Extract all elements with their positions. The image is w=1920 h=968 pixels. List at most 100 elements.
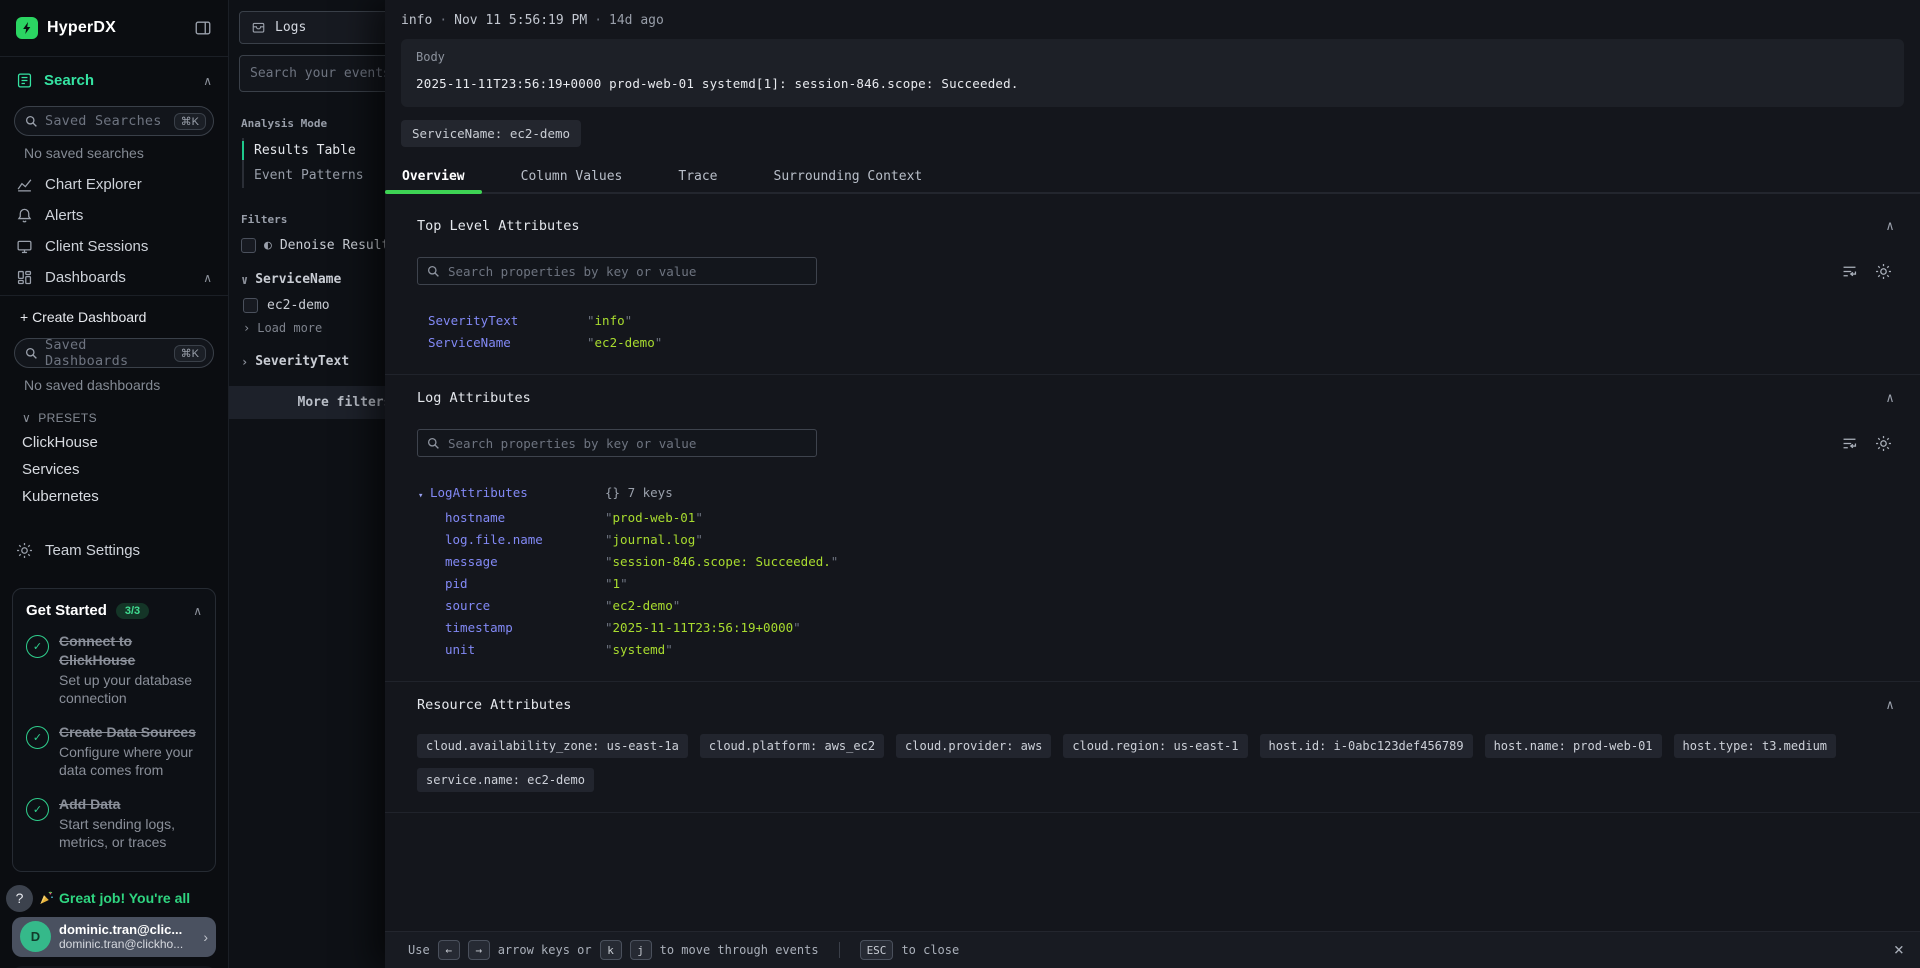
create-dashboard-button[interactable]: + Create Dashboard (0, 300, 228, 332)
chevron-right-icon: › (243, 321, 250, 335)
properties-search-input[interactable]: Search properties by key or value (417, 429, 817, 457)
checkbox[interactable] (243, 298, 258, 313)
service-name-tag[interactable]: ServiceName: ec2-demo (401, 120, 581, 147)
event-footer: Use ← → arrow keys or k j to move throug… (385, 931, 1920, 968)
checkbox[interactable] (241, 238, 256, 253)
attribute-row[interactable]: source ec2-demo (445, 595, 1904, 617)
event-header: info·Nov 11 5:56:19 PM·14d ago (385, 0, 1920, 39)
check-icon: ✓ (26, 726, 49, 749)
sidebar-item-client-sessions[interactable]: Client Sessions (0, 231, 228, 262)
chevron-up-icon[interactable]: ∧ (1886, 219, 1894, 234)
attribute-row[interactable]: SeverityText info (417, 310, 1904, 332)
attribute-key[interactable]: pid (445, 576, 605, 592)
onboarding-step-connect[interactable]: ✓ Connect to ClickHouse Set up your data… (26, 632, 202, 708)
tab-overview[interactable]: Overview (385, 160, 482, 192)
arrow-right-key: → (468, 940, 490, 960)
attribute-key[interactable]: SeverityText (428, 313, 587, 329)
attribute-key[interactable]: LogAttributes (430, 485, 605, 504)
attribute-value[interactable]: systemd (605, 642, 673, 658)
sidebar-item-alerts[interactable]: Alerts (0, 200, 228, 231)
attribute-value[interactable]: session-846.scope: Succeeded. (605, 554, 838, 570)
user-menu[interactable]: D dominic.tran@clic... dominic.tran@clic… (12, 917, 216, 957)
resource-tag[interactable]: cloud.platform: aws_ec2 (700, 734, 884, 758)
alerts-label: Alerts (45, 207, 212, 224)
onboarding-step-add-data[interactable]: ✓ Add Data Start sending logs, metrics, … (26, 795, 202, 852)
attribute-value[interactable]: 1 (605, 576, 628, 592)
divider (0, 56, 228, 57)
congrats-label: Great job! You're all (59, 890, 190, 906)
attribute-tree-parent[interactable]: ▾ LogAttributes {} 7 keys (417, 482, 1904, 507)
detail-tabs: Overview Column Values Trace Surrounding… (385, 160, 1920, 194)
properties-search-input[interactable]: Search properties by key or value (417, 257, 817, 285)
get-started-header[interactable]: Get Started 3/3 ∧ (26, 602, 202, 619)
sidebar-item-kubernetes[interactable]: Kubernetes (0, 483, 228, 510)
attribute-value[interactable]: ec2-demo (587, 335, 662, 351)
presets-toggle[interactable]: ∨ PRESETS (0, 401, 228, 429)
congrats-row: ? Great job! You're all (6, 885, 222, 912)
dashboards-label: Dashboards (45, 269, 191, 286)
saved-searches-placeholder: Saved Searches (45, 113, 167, 129)
section-top-level-attributes: Top Level Attributes ∧ Search properties… (385, 194, 1920, 375)
gear-icon[interactable] (1875, 435, 1892, 452)
attribute-row[interactable]: log.file.name journal.log (445, 529, 1904, 551)
search-placeholder: Search properties by key or value (448, 264, 696, 279)
sidebar-item-clickhouse[interactable]: ClickHouse (0, 429, 228, 456)
avatar: D (20, 921, 51, 952)
sidebar-item-chart-explorer[interactable]: Chart Explorer (0, 169, 228, 200)
chevron-up-icon[interactable]: ∧ (1886, 391, 1894, 406)
collapse-sidebar-icon[interactable] (194, 19, 212, 37)
resource-tag[interactable]: host.name: prod-web-01 (1485, 734, 1662, 758)
footer-text: Use (408, 943, 430, 957)
tab-surrounding-context[interactable]: Surrounding Context (757, 160, 940, 192)
gear-icon[interactable] (1875, 263, 1892, 280)
attribute-row[interactable]: ServiceName ec2-demo (417, 332, 1904, 354)
event-detail-panel: info·Nov 11 5:56:19 PM·14d ago Body 2025… (385, 0, 1920, 968)
attribute-row[interactable]: hostname prod-web-01 (445, 507, 1904, 529)
attribute-value[interactable]: 2025-11-11T23:56:19+0000 (605, 620, 801, 636)
resource-tag[interactable]: service.name: ec2-demo (417, 768, 594, 792)
attribute-row[interactable]: timestamp 2025-11-11T23:56:19+0000 (445, 617, 1904, 639)
close-icon[interactable]: × (1894, 940, 1904, 960)
chevron-up-icon[interactable]: ∧ (193, 604, 202, 618)
attribute-row[interactable]: message session-846.scope: Succeeded. (445, 551, 1904, 573)
resource-tag[interactable]: cloud.provider: aws (896, 734, 1051, 758)
help-button[interactable]: ? (6, 885, 33, 912)
attribute-key[interactable]: unit (445, 642, 605, 658)
sidebar-item-services[interactable]: Services (0, 456, 228, 483)
wrap-lines-icon[interactable] (1841, 263, 1858, 280)
sidebar-item-team-settings[interactable]: Team Settings (0, 535, 228, 566)
tab-column-values[interactable]: Column Values (504, 160, 640, 192)
section-title: Top Level Attributes (417, 218, 1886, 234)
sidebar-item-dashboards[interactable]: Dashboards ∧ (0, 262, 228, 293)
resource-tag[interactable]: host.id: i-0abc123def456789 (1260, 734, 1473, 758)
chevron-up-icon[interactable]: ∧ (203, 74, 212, 88)
caret-down-icon[interactable]: ▾ (418, 485, 430, 504)
attribute-row[interactable]: unit systemd (445, 639, 1904, 661)
attribute-value[interactable]: journal.log (605, 532, 703, 548)
resource-tag[interactable]: cloud.availability_zone: us-east-1a (417, 734, 688, 758)
attribute-key[interactable]: ServiceName (428, 335, 587, 351)
attribute-row[interactable]: pid 1 (445, 573, 1904, 595)
attribute-key[interactable]: log.file.name (445, 532, 605, 548)
denoise-label: Denoise Results (280, 238, 397, 253)
saved-searches-input[interactable]: Saved Searches ⌘K (14, 106, 214, 136)
chevron-up-icon[interactable]: ∧ (1886, 698, 1894, 713)
onboarding-step-sources[interactable]: ✓ Create Data Sources Configure where yo… (26, 723, 202, 780)
chevron-up-icon[interactable]: ∧ (203, 271, 212, 285)
wrap-lines-icon[interactable] (1841, 435, 1858, 452)
sidebar-item-search[interactable]: Search ∧ (0, 61, 228, 100)
app-root: HyperDX Search ∧ Saved Searches ⌘K No sa… (0, 0, 1920, 968)
resource-tag[interactable]: cloud.region: us-east-1 (1063, 734, 1247, 758)
no-saved-dashboards-label: No saved dashboards (0, 368, 228, 401)
attribute-value[interactable]: prod-web-01 (605, 510, 703, 526)
attribute-key[interactable]: hostname (445, 510, 605, 526)
saved-dashboards-input[interactable]: Saved Dashboards ⌘K (14, 338, 214, 368)
resource-tag[interactable]: host.type: t3.medium (1674, 734, 1837, 758)
tab-trace[interactable]: Trace (661, 160, 734, 192)
bell-icon (16, 207, 33, 224)
attribute-value[interactable]: info (587, 313, 632, 329)
attribute-key[interactable]: timestamp (445, 620, 605, 636)
attribute-key[interactable]: message (445, 554, 605, 570)
attribute-key[interactable]: source (445, 598, 605, 614)
attribute-value[interactable]: ec2-demo (605, 598, 680, 614)
